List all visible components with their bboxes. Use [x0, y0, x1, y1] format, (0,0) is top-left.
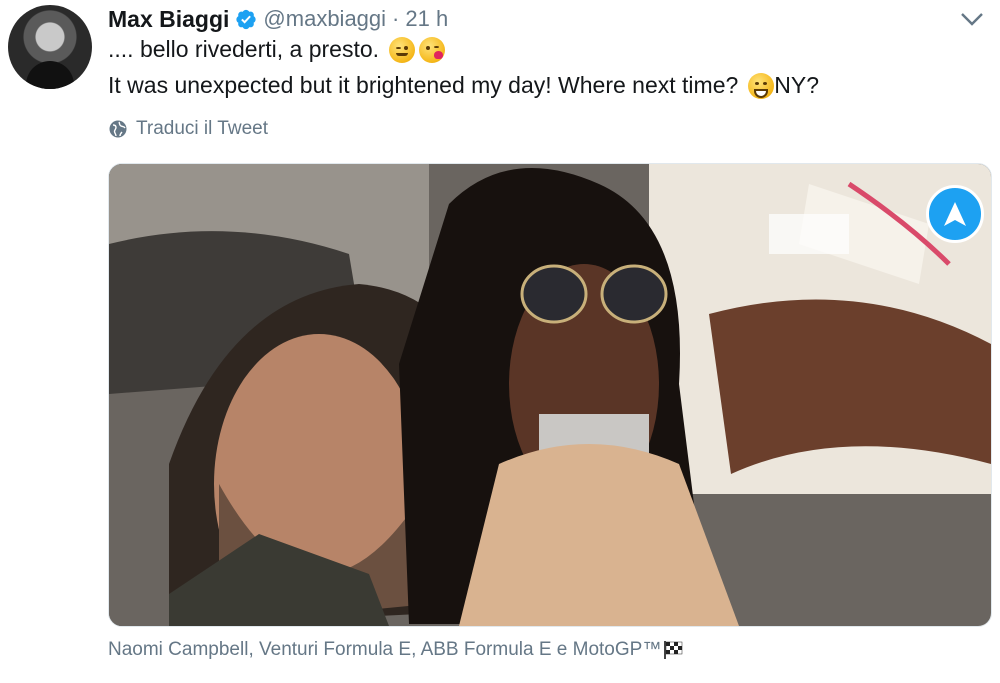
tweet-text-line-1: .... bello rivederti, a presto.	[108, 36, 446, 63]
globe-icon	[109, 120, 127, 138]
translate-tweet-link[interactable]: Traduci il Tweet	[108, 118, 268, 140]
tweet-timestamp[interactable]: 21 h	[405, 6, 448, 32]
chequered-flag-emoji	[664, 641, 683, 659]
tweet-photo[interactable]	[108, 163, 992, 627]
chevron-down-icon[interactable]	[958, 8, 986, 30]
photo-tags-text: Naomi Campbell, Venturi Formula E, ABB F…	[108, 639, 662, 660]
grinning-face-emoji	[748, 72, 775, 99]
tweet-text-segment: It was unexpected but it brightened my d…	[108, 72, 739, 98]
tweet-text-line-2: It was unexpected but it brightened my d…	[108, 72, 819, 99]
photo-tags[interactable]: Naomi Campbell, Venturi Formula E, ABB F…	[108, 639, 685, 661]
selfie-photo-illustration	[109, 164, 991, 626]
face-blowing-kiss-emoji	[419, 36, 446, 63]
navigation-arrow-icon	[944, 202, 966, 226]
tweet-text-segment: .... bello rivederti, a presto.	[108, 36, 380, 62]
author-handle[interactable]: @maxbiaggi	[263, 6, 386, 32]
translate-label: Traduci il Tweet	[136, 118, 268, 139]
tweet-text-suffix: NY?	[774, 72, 820, 98]
author-avatar[interactable]	[8, 5, 92, 89]
author-name[interactable]: Max Biaggi	[108, 6, 229, 33]
header-separator: ·	[392, 6, 400, 31]
verified-badge-icon	[236, 9, 257, 30]
media-navigation-button[interactable]	[926, 185, 984, 243]
tweet-header: Max Biaggi @maxbiaggi · 21 h	[108, 4, 448, 34]
winking-face-emoji	[389, 36, 416, 63]
